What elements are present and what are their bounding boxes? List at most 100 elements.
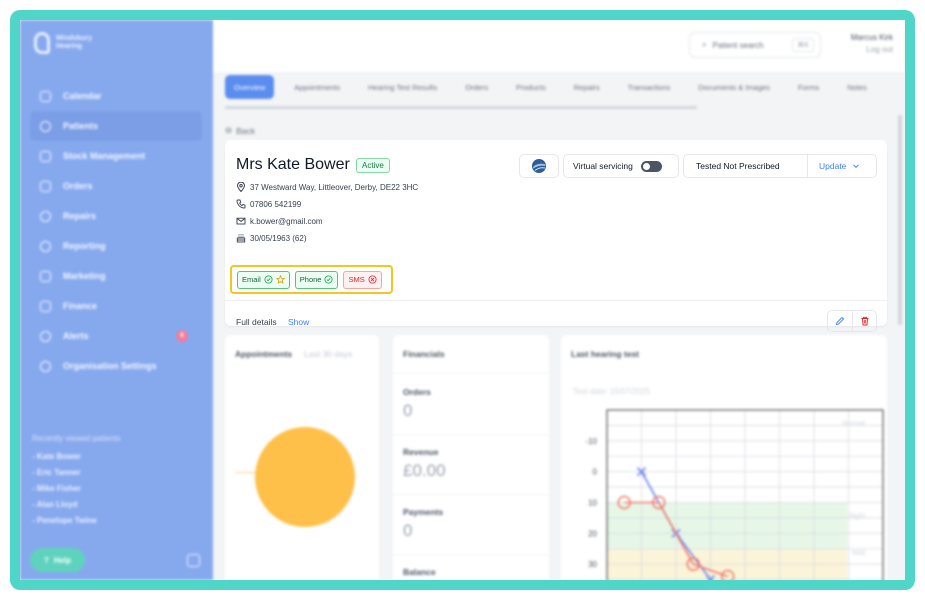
hearing-brand-button[interactable]	[519, 154, 559, 178]
search-shortcut: ⌘K	[792, 38, 814, 52]
trash-icon	[861, 316, 868, 326]
patient-summary-card: Mrs Kate Bower Active 37 Westward Way, L…	[225, 140, 887, 332]
edit-button[interactable]	[828, 311, 852, 331]
patient-address: 37 Westward Way, Littleover, Derby, DE22…	[236, 182, 418, 192]
search-icon: ⌕	[702, 40, 707, 49]
patients-icon	[40, 120, 51, 132]
tab-orders[interactable]: Orders	[451, 75, 502, 99]
tab-forms[interactable]: Forms	[784, 75, 833, 99]
financials-card: Financials Orders 0 Revenue £0.00 Payments…	[393, 335, 549, 580]
financial-row-revenue: Revenue £0.00	[403, 447, 446, 480]
pencil-icon	[835, 316, 845, 326]
update-label: Update	[819, 161, 847, 171]
delete-button[interactable]	[852, 311, 876, 331]
user-menu: Marcus Kirk Log out	[851, 32, 893, 56]
sidebar-item-label: Finance	[63, 301, 98, 311]
brand-name-line1: Windsbury	[56, 35, 93, 42]
contact-pref-email[interactable]: Email	[237, 270, 290, 289]
recent-patient-link[interactable]: - Alan Lloyd	[32, 497, 121, 513]
logout-link[interactable]: Log out	[851, 44, 893, 56]
patient-search[interactable]: ⌕ Patient search ⌘K	[689, 32, 821, 58]
tab-repairs[interactable]: Repairs	[560, 75, 614, 99]
brand-logo[interactable]: Windsbury Hearing	[34, 32, 92, 54]
recent-patient-link[interactable]: - Kate Bower	[32, 449, 121, 465]
sidebar-item-finance[interactable]: Finance	[30, 291, 202, 321]
sidebar-item-alerts[interactable]: Alerts 6	[30, 321, 202, 351]
contact-pref-phone[interactable]: Phone	[294, 270, 339, 289]
help-icon: ?	[43, 555, 49, 565]
financial-row-balance: Balance	[403, 567, 436, 577]
sidebar-item-repairs[interactable]: Repairs	[30, 201, 202, 231]
patient-name: Mrs Kate Bower	[236, 156, 350, 173]
contact-pref-sms[interactable]: SMS	[343, 270, 382, 289]
envelope-icon	[236, 217, 246, 225]
mail-icon	[40, 270, 51, 282]
tab-transactions[interactable]: Transactions	[614, 75, 685, 99]
sidebar-item-orders[interactable]: Orders	[30, 171, 202, 201]
virtual-servicing-label: Virtual servicing	[573, 161, 633, 171]
show-details-link[interactable]: Show	[288, 317, 309, 327]
tab-notes[interactable]: Notes	[833, 75, 881, 99]
star-icon[interactable]	[275, 275, 285, 284]
recent-patients: Recently viewed patients - Kate Bower - …	[32, 434, 121, 529]
birthday-cake-icon	[236, 234, 246, 243]
full-details-row: Full details Show	[236, 317, 309, 327]
collapse-sidebar-icon[interactable]	[187, 554, 200, 567]
globe-logo-icon	[532, 159, 546, 173]
sidebar-item-marketing[interactable]: Marketing	[30, 261, 202, 291]
tab-overview[interactable]: Overview	[225, 75, 275, 99]
zone-label-normal: Normal	[842, 420, 865, 427]
sidebar-item-patients[interactable]: Patients	[30, 111, 202, 141]
virtual-servicing-toggle[interactable]	[640, 160, 662, 172]
sidebar-item-stock-management[interactable]: Stock Management	[30, 141, 202, 171]
patient-status-text: Tested Not Prescribed	[684, 155, 808, 177]
tab-documents-images[interactable]: Documents & Images	[684, 75, 784, 99]
update-button[interactable]: Update	[808, 161, 860, 171]
sidebar-item-label: Marketing	[63, 271, 106, 281]
y-tick-label: 0	[593, 468, 598, 477]
patient-dob: 30/05/1963 (62)	[236, 233, 307, 243]
recent-patient-link[interactable]: - Eric Tanner	[32, 465, 121, 481]
tab-hearing-test-results[interactable]: Hearing Test Results	[354, 75, 451, 99]
bell-icon	[40, 330, 51, 342]
sidebar-item-label: Stock Management	[63, 151, 146, 161]
back-arrow-icon: ⊖	[225, 125, 233, 135]
app-window: Windsbury Hearing Calendar Patients Stoc…	[20, 20, 905, 580]
tab-appointments[interactable]: Appointments	[280, 75, 354, 99]
recent-patient-link[interactable]: - Mike Fisher	[32, 481, 121, 497]
x-circle-icon	[368, 275, 377, 284]
patient-actions	[827, 310, 877, 332]
check-circle-icon	[264, 275, 273, 284]
appointments-period: Last 30 days	[304, 349, 353, 359]
financial-row-payments: Payments 0	[403, 507, 444, 540]
tabs-scrollbar[interactable]	[225, 106, 697, 109]
sidebar-item-reporting[interactable]: Reporting	[30, 231, 202, 261]
appointments-title: Appointments	[235, 349, 293, 359]
address-text: 37 Westward Way, Littleover, Derby, DE22…	[250, 182, 419, 192]
alerts-badge: 6	[176, 330, 188, 342]
sidebar-item-organisation-settings[interactable]: Organisation Settings	[30, 351, 202, 381]
dob-text: 30/05/1963 (62)	[250, 233, 307, 243]
sidebar-nav: Calendar Patients Stock Management Order…	[30, 81, 202, 381]
sidebar-item-label: Repairs	[63, 211, 97, 221]
financial-row-orders: Orders 0	[403, 387, 431, 420]
patient-email: k.bower@gmail.com	[236, 216, 323, 226]
help-button[interactable]: ? Help	[30, 548, 85, 572]
tab-products[interactable]: Products	[502, 75, 560, 99]
gear-icon	[40, 360, 51, 372]
appointments-pie	[255, 427, 355, 527]
recent-patients-title: Recently viewed patients	[32, 434, 121, 443]
back-link[interactable]: ⊖ Back	[225, 125, 255, 136]
status-badge: Active	[356, 158, 390, 173]
sidebar-item-label: Calendar	[63, 91, 102, 101]
chevron-down-icon	[853, 164, 860, 169]
recent-patient-link[interactable]: - Penelope Twine	[32, 513, 121, 529]
zone-slight	[607, 502, 847, 549]
sidebar-item-calendar[interactable]: Calendar	[30, 81, 202, 111]
page-scrollbar[interactable]	[898, 115, 902, 325]
search-placeholder: Patient search	[712, 40, 764, 50]
help-label: Help	[53, 555, 72, 565]
zone-label-mild: Mild	[852, 550, 865, 557]
pie-chart-icon	[40, 240, 51, 252]
sidebar-item-label: Reporting	[63, 241, 106, 251]
